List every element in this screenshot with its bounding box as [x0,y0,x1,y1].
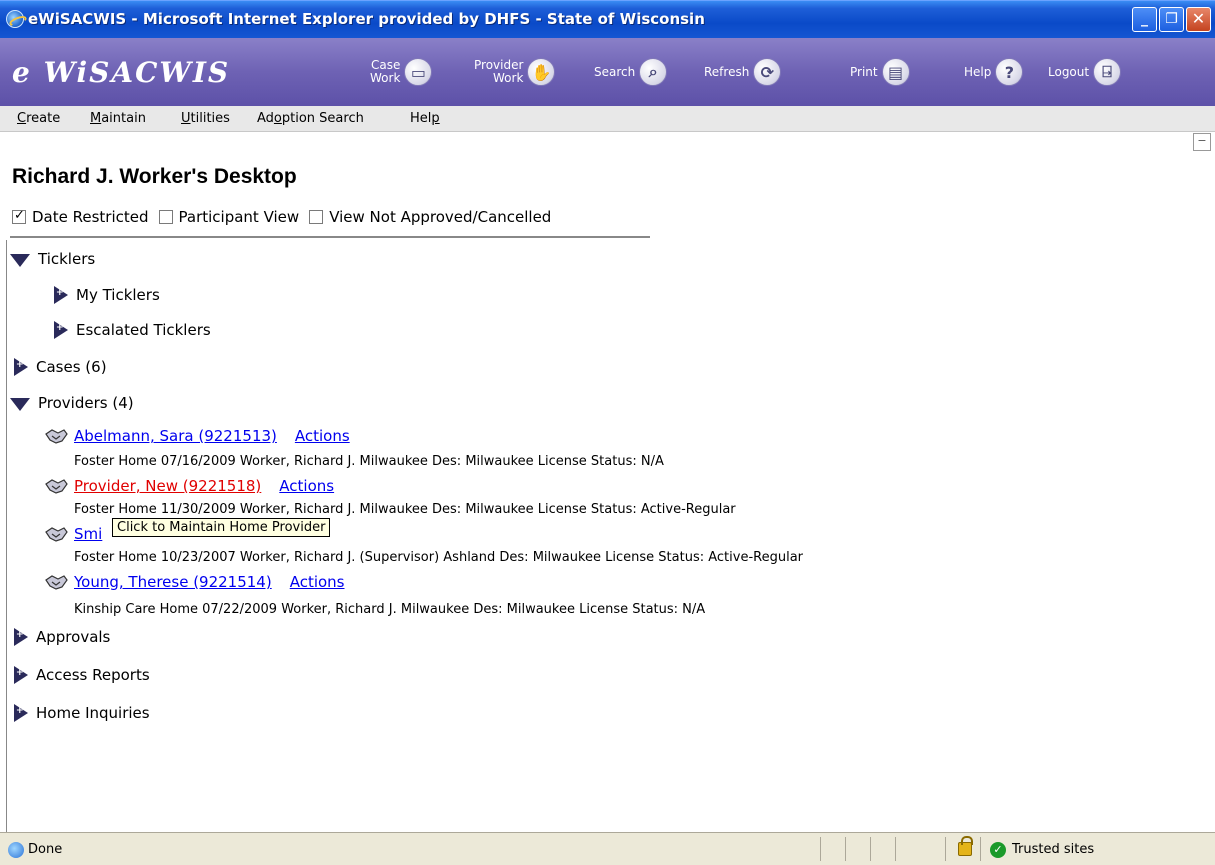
view-not-approved-checkbox[interactable] [309,210,324,224]
filter-date-restricted[interactable]: Date Restricted [12,208,149,226]
actions-link[interactable]: Actions [279,477,334,495]
tree-border [6,240,7,832]
collapsed-arrow-icon [14,704,28,722]
folder-icon: ▭ [404,58,433,86]
provider-row: Smi [44,524,102,544]
filter-bar: Date Restricted Participant View View No… [12,208,561,226]
tree-node-my-ticklers[interactable]: My Ticklers [54,286,160,304]
print-button[interactable]: Print ▤ [850,52,910,92]
provider-detail: Kinship Care Home 07/22/2009 Worker, Ric… [74,602,706,617]
help-icon: ? [995,58,1024,86]
minimize-button[interactable]: _ [1132,7,1157,32]
provider-work-button[interactable]: Provider Work ✋ [474,52,556,92]
tooltip: Click to Maintain Home Provider [112,518,331,537]
page-title: Richard J. Worker's Desktop [12,165,297,188]
menu-bar: Create Maintain Utilities Adoption Searc… [0,106,1215,132]
ie-page-icon [8,842,24,858]
ie-icon[interactable] [6,10,24,28]
filter-view-not-approved[interactable]: View Not Approved/Cancelled [309,208,551,226]
collapse-panel-button[interactable]: − [1193,133,1211,151]
collapsed-arrow-icon [14,358,28,376]
expanded-arrow-icon [10,254,30,267]
collapsed-arrow-icon [14,666,28,684]
provider-row: Abelmann, Sara (9221513) Actions [44,426,350,446]
window-title-bar: eWiSACWIS - Microsoft Internet Explorer … [0,0,1215,38]
provider-row: Young, Therese (9221514) Actions [44,572,345,592]
collapsed-arrow-icon [54,286,68,304]
help-button[interactable]: Help ? [964,52,1024,92]
provider-detail: Foster Home 11/30/2009 Worker, Richard J… [74,502,736,517]
collapsed-arrow-icon [14,628,28,646]
menu-maintain[interactable]: Maintain [90,111,146,126]
menu-help[interactable]: Help [410,111,440,126]
door-icon: ⍈ [1093,58,1122,86]
actions-link[interactable]: Actions [290,573,345,591]
tree-node-escalated-ticklers[interactable]: Escalated Ticklers [54,321,211,339]
checkmark-icon: ✓ [990,842,1006,858]
handshake-icon [44,524,68,544]
refresh-icon: ⟳ [753,58,782,86]
maximize-button[interactable]: ❐ [1159,7,1184,32]
status-bar: Done ✓ Trusted sites [0,832,1215,865]
date-restricted-checkbox[interactable] [12,208,26,224]
window-title: eWiSACWIS - Microsoft Internet Explorer … [28,10,705,28]
handshake-icon: ✋ [527,58,556,86]
expanded-arrow-icon [10,398,30,411]
divider [10,236,650,238]
app-logo: e WiSACWIS [12,56,231,89]
security-zone: Trusted sites [1012,842,1095,857]
case-work-button[interactable]: Case Work ▭ [370,52,433,92]
provider-detail: Foster Home 10/23/2007 Worker, Richard J… [74,550,804,565]
lock-icon [958,836,973,856]
menu-utilities[interactable]: Utilities [181,111,230,126]
provider-link[interactable]: Provider, New (9221518) [74,477,261,495]
tree-node-approvals[interactable]: Approvals [14,628,110,646]
tree-node-ticklers[interactable]: Ticklers [10,250,95,268]
handshake-icon [44,426,68,446]
tree-node-access-reports[interactable]: Access Reports [14,666,150,684]
app-header: e WiSACWIS Case Work ▭ Provider Work ✋ Sea… [0,38,1215,106]
provider-link[interactable]: Young, Therese (9221514) [74,573,272,591]
tree-node-cases[interactable]: Cases (6) [14,358,107,376]
participant-view-checkbox[interactable] [158,210,173,224]
handshake-icon [44,572,68,592]
tree-node-home-inquiries[interactable]: Home Inquiries [14,704,150,722]
close-button[interactable]: ✕ [1186,7,1211,32]
menu-adoption-search[interactable]: Adoption Search [257,111,364,126]
provider-link[interactable]: Abelmann, Sara (9221513) [74,427,277,445]
actions-link[interactable]: Actions [295,427,350,445]
printer-icon: ▤ [881,58,910,86]
search-button[interactable]: Search ⌕ [594,52,668,92]
provider-link[interactable]: Smi [74,525,102,543]
logout-button[interactable]: Logout ⍈ [1048,52,1122,92]
collapsed-arrow-icon [54,321,68,339]
tree-node-providers[interactable]: Providers (4) [10,394,134,412]
status-text: Done [28,842,63,857]
provider-detail: Foster Home 07/16/2009 Worker, Richard J… [74,454,664,469]
menu-create[interactable]: Create [17,111,60,126]
filter-participant-view[interactable]: Participant View [158,208,299,226]
provider-row: Provider, New (9221518) Actions [44,476,334,496]
magnifier-icon: ⌕ [639,58,668,86]
handshake-icon [44,476,68,496]
refresh-button[interactable]: Refresh ⟳ [704,52,782,92]
